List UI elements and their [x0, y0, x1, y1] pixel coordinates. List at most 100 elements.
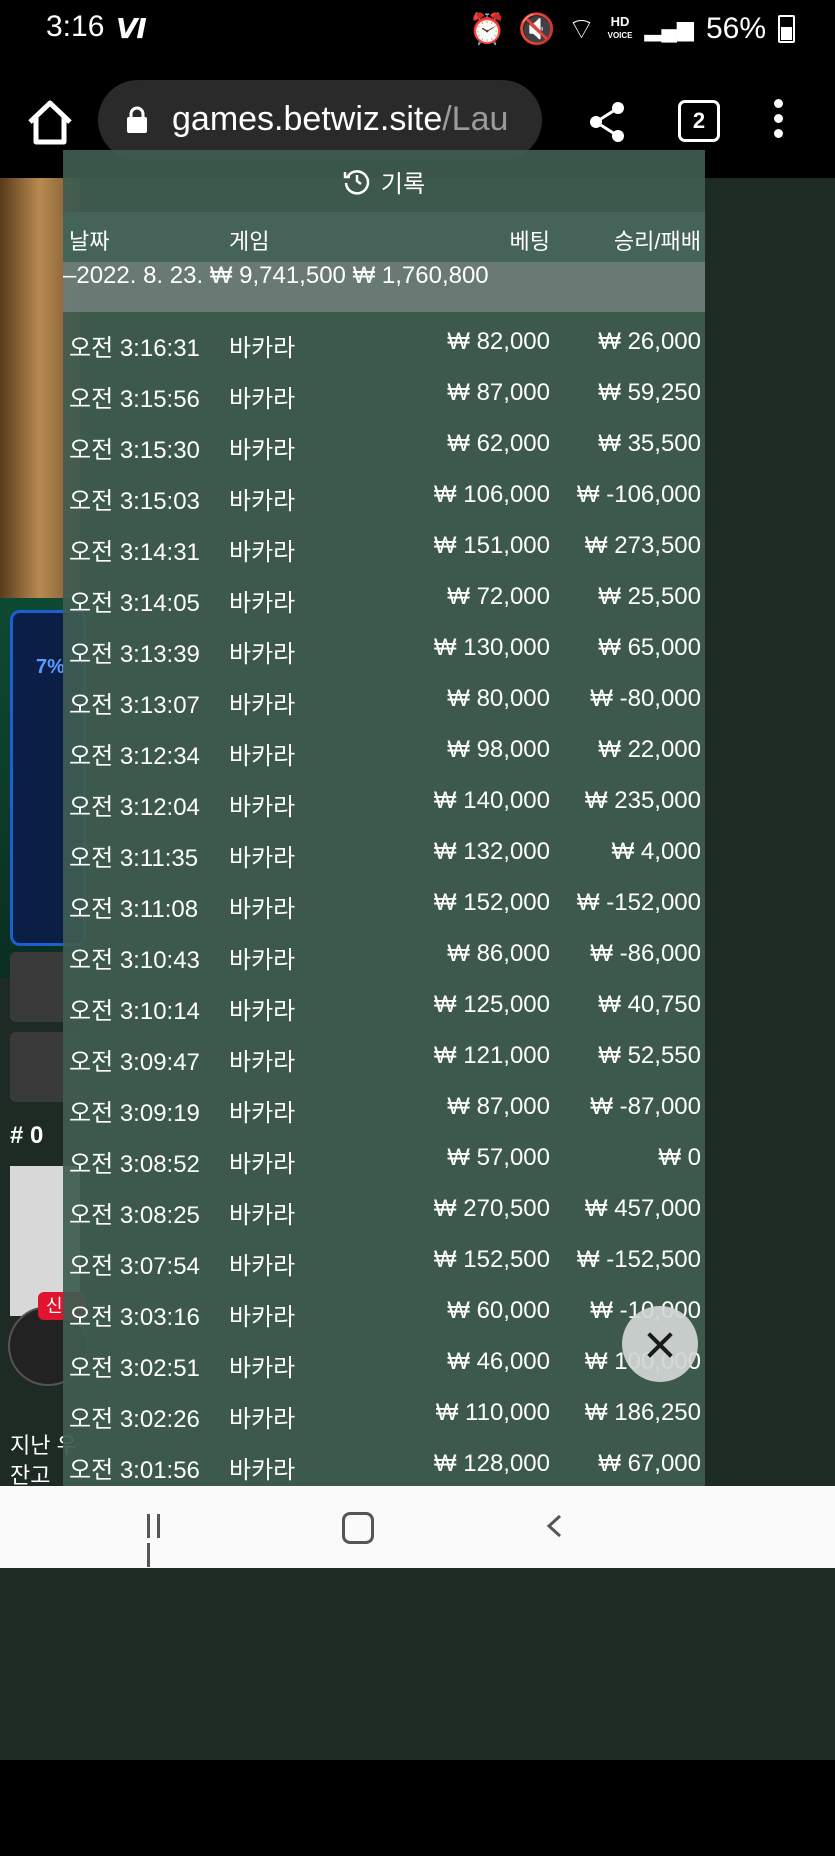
history-row[interactable]: 오전 3:12:34 바카라 ₩ 98,000 ₩ 22,000 [63, 724, 705, 775]
row-bet: ₩ 125,000 [433, 991, 550, 1018]
row-result: ₩ -86,000 [590, 940, 701, 967]
url-bar[interactable]: games.betwiz.site/Lau [98, 80, 542, 160]
history-row[interactable]: 오전 3:07:54 바카라 ₩ 152,500 ₩ -152,500 [63, 1234, 705, 1285]
recent-apps-icon[interactable] [147, 1514, 175, 1567]
row-result: ₩ 25,500 [598, 583, 701, 610]
mute-icon: 🔇 [518, 12, 556, 46]
row-game: 바카라 [229, 794, 296, 821]
row-result: ₩ 52,550 [598, 1042, 701, 1069]
row-bet: ₩ 60,000 [447, 1297, 550, 1324]
history-row[interactable]: 오전 3:09:47 바카라 ₩ 121,000 ₩ 52,550 [63, 1030, 705, 1081]
hd-voice-icon: HD VOICE [607, 14, 633, 40]
day-summary-row[interactable]: –2022. 8. 23. ₩ 9,741,500 ₩ 1,760,800 [63, 262, 705, 312]
row-bet: ₩ 87,000 [447, 379, 550, 406]
history-row[interactable]: 오전 3:16:31 바카라 ₩ 82,000 ₩ 26,000 [63, 316, 705, 367]
row-result: ₩ 0 [658, 1144, 701, 1171]
history-row[interactable]: 오전 3:02:26 바카라 ₩ 110,000 ₩ 186,250 [63, 1387, 705, 1438]
column-win-loss: 승리/패배 [613, 229, 701, 254]
row-result: ₩ 457,000 [584, 1195, 701, 1222]
row-result: ₩ -152,500 [576, 1246, 701, 1273]
more-vert-icon[interactable] [768, 96, 788, 146]
home-icon[interactable] [22, 94, 78, 150]
column-date: 날짜 [69, 229, 110, 254]
battery-percent: 56% [705, 12, 766, 45]
row-result: ₩ 59,250 [598, 379, 701, 406]
row-game: 바카라 [229, 947, 296, 974]
row-time: 오전 3:15:30 [69, 437, 200, 464]
battery-icon [778, 15, 795, 43]
row-bet: ₩ 270,500 [433, 1195, 550, 1222]
history-row[interactable]: 오전 3:10:43 바카라 ₩ 86,000 ₩ -86,000 [63, 928, 705, 979]
row-game: 바카라 [229, 1049, 296, 1076]
history-row[interactable]: 오전 3:15:30 바카라 ₩ 62,000 ₩ 35,500 [63, 418, 705, 469]
row-bet: ₩ 121,000 [433, 1042, 550, 1069]
history-title: 기록 [380, 170, 426, 198]
row-game: 바카라 [229, 488, 296, 515]
back-icon[interactable] [544, 1514, 564, 1538]
row-bet: ₩ 46,000 [447, 1348, 550, 1375]
day-win-loss-total: ₩ 1,760,800 [352, 262, 489, 289]
row-time: 오전 3:13:07 [69, 692, 200, 719]
row-time: 오전 3:10:14 [69, 998, 200, 1025]
tab-count-button[interactable]: 2 [678, 100, 720, 142]
row-game: 바카라 [229, 386, 296, 413]
row-time: 오전 3:12:34 [69, 743, 200, 770]
history-row[interactable]: 오전 3:11:08 바카라 ₩ 152,000 ₩ -152,000 [63, 877, 705, 928]
row-time: 오전 3:02:26 [69, 1406, 200, 1433]
history-row[interactable]: 오전 3:08:25 바카라 ₩ 270,500 ₩ 457,000 [63, 1183, 705, 1234]
history-row[interactable]: 오전 3:15:03 바카라 ₩ 106,000 ₩ -106,000 [63, 469, 705, 520]
row-bet: ₩ 152,500 [433, 1246, 550, 1273]
history-row[interactable]: 오전 3:13:39 바카라 ₩ 130,000 ₩ 65,000 [63, 622, 705, 673]
history-row[interactable]: 오전 3:01:56 바카라 ₩ 128,000 ₩ 67,000 [63, 1438, 705, 1486]
row-time: 오전 3:13:39 [69, 641, 200, 668]
row-bet: ₩ 152,000 [433, 889, 550, 916]
row-bet: ₩ 72,000 [447, 583, 550, 610]
row-result: ₩ -106,000 [576, 481, 701, 508]
url-text: games.betwiz.site/Lau [172, 100, 509, 138]
history-row[interactable]: 오전 3:08:52 바카라 ₩ 57,000 ₩ 0 [63, 1132, 705, 1183]
row-result: ₩ 67,000 [598, 1450, 701, 1477]
history-row[interactable]: 오전 3:09:19 바카라 ₩ 87,000 ₩ -87,000 [63, 1081, 705, 1132]
row-bet: ₩ 82,000 [447, 328, 550, 355]
row-game: 바카라 [229, 1253, 296, 1280]
history-row[interactable]: 오전 3:14:31 바카라 ₩ 151,000 ₩ 273,500 [63, 520, 705, 571]
share-icon[interactable] [586, 100, 630, 144]
day-date: –2022. 8. 23. [63, 262, 204, 289]
status-icons: ⏰ 🔇 ⌔ HD VOICE ▂▄▆ 56% [469, 10, 795, 48]
history-row[interactable]: 오전 3:15:56 바카라 ₩ 87,000 ₩ 59,250 [63, 367, 705, 418]
row-bet: ₩ 140,000 [433, 787, 550, 814]
row-result: ₩ -87,000 [590, 1093, 701, 1120]
row-time: 오전 3:10:43 [69, 947, 200, 974]
wifi-icon: ⌔ [567, 13, 596, 46]
row-game: 바카라 [229, 845, 296, 872]
close-icon[interactable] [622, 1306, 698, 1382]
row-game: 바카라 [229, 1406, 296, 1433]
history-row[interactable]: 오전 3:11:35 바카라 ₩ 132,000 ₩ 4,000 [63, 826, 705, 877]
row-result: ₩ -152,000 [576, 889, 701, 916]
row-time: 오전 3:03:16 [69, 1304, 200, 1331]
row-game: 바카라 [229, 1100, 296, 1127]
progress-percent: 7% [36, 656, 65, 678]
row-bet: ₩ 132,000 [433, 838, 550, 865]
row-result: ₩ -80,000 [590, 685, 701, 712]
history-column-header: 날짜 게임 베팅 승리/패배 [63, 212, 705, 262]
status-time: 3:16 [46, 10, 105, 43]
row-bet: ₩ 62,000 [447, 430, 550, 457]
alarm-icon: ⏰ [468, 12, 507, 46]
row-bet: ₩ 57,000 [447, 1144, 550, 1171]
history-row[interactable]: 오전 3:03:16바카라₩ 60,000₩ -10,000 [63, 1285, 705, 1336]
row-time: 오전 3:11:35 [69, 845, 199, 872]
row-game: 바카라 [229, 1202, 296, 1229]
row-result: ₩ 22,000 [598, 736, 701, 763]
history-row[interactable]: 오전 3:12:04 바카라 ₩ 140,000 ₩ 235,000 [63, 775, 705, 826]
row-result: ₩ 273,500 [584, 532, 701, 559]
row-bet: ₩ 130,000 [433, 634, 550, 661]
row-game: 바카라 [229, 641, 296, 668]
nav-home-icon[interactable] [342, 1512, 374, 1544]
navigation-bar [0, 1486, 835, 1568]
history-row[interactable]: 오전 3:13:07 바카라 ₩ 80,000 ₩ -80,000 [63, 673, 705, 724]
history-row[interactable]: 오전 3:14:05 바카라 ₩ 72,000 ₩ 25,500 [63, 571, 705, 622]
history-row[interactable]: 오전 3:02:51바카라₩ 46,000₩ 100,000 [63, 1336, 705, 1387]
history-rows: 오전 3:16:31 바카라 ₩ 82,000 ₩ 26,000 오전 3:15:56 바… [63, 316, 705, 1486]
history-row[interactable]: 오전 3:10:14 바카라 ₩ 125,000 ₩ 40,750 [63, 979, 705, 1030]
